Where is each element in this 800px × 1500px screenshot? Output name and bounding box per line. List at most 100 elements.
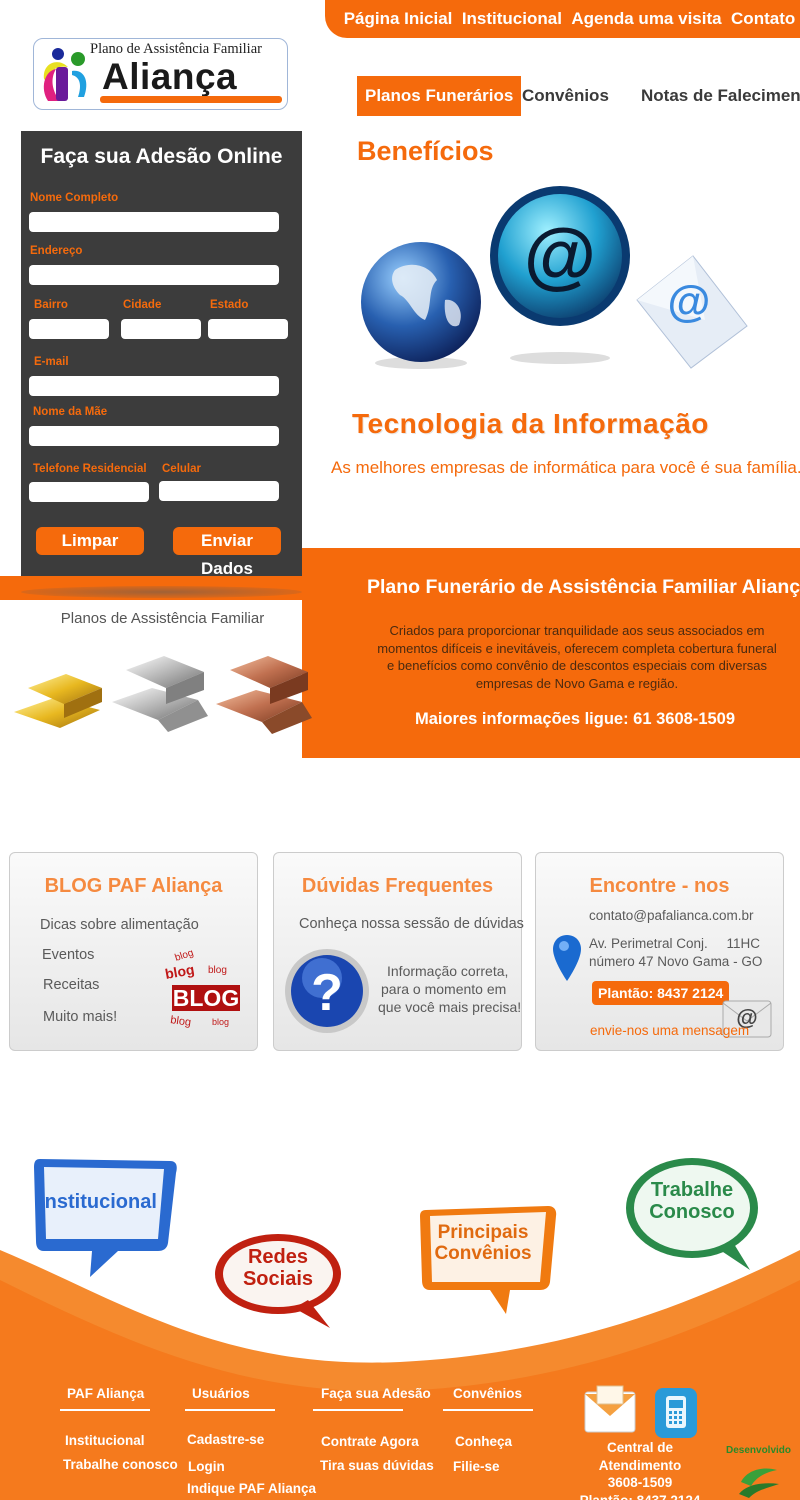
contact-email[interactable]: contato@pafalianca.com.br bbox=[589, 908, 754, 923]
footer-link-duvidas[interactable]: Tira suas dúvidas bbox=[320, 1458, 434, 1473]
developer-logo-icon[interactable] bbox=[737, 1460, 781, 1498]
footer-link-login[interactable]: Login bbox=[188, 1459, 225, 1474]
bubble-convenios-line: Convênios bbox=[434, 1243, 532, 1265]
nav-agenda-visita[interactable]: Agenda uma visita bbox=[571, 9, 721, 29]
submit-button[interactable]: Enviar Dados bbox=[173, 527, 281, 578]
envelope-icon bbox=[584, 1385, 636, 1433]
footer-link-trabalhe[interactable]: Trabalhe conosco bbox=[63, 1457, 178, 1472]
svg-text:blog: blog bbox=[164, 961, 196, 982]
bubble-convenios-line: Principais bbox=[437, 1222, 529, 1243]
form-shadow bbox=[21, 586, 302, 598]
developer-credit: Desenvolvido bbox=[726, 1445, 792, 1456]
central-atendimento: Central de Atendimento 3608-1509 Plantão… bbox=[568, 1439, 712, 1500]
nav-pagina-inicial[interactable]: Página Inicial bbox=[344, 9, 453, 29]
plantao-badge: Plantão: 8437 2124 bbox=[592, 981, 730, 1005]
silver-bars bbox=[112, 656, 208, 732]
clear-button[interactable]: Limpar bbox=[36, 527, 144, 555]
footer-link-indique[interactable]: Indique PAF Aliança bbox=[187, 1481, 316, 1496]
footer-link-cadastre[interactable]: Cadastre-se bbox=[187, 1432, 264, 1447]
faq-line: para o momento em bbox=[381, 981, 507, 997]
blog-item[interactable]: Dicas sobre alimentação bbox=[40, 917, 199, 933]
label-email: E-mail bbox=[34, 356, 69, 368]
blog-badge: BLOG bbox=[173, 985, 239, 1011]
label-cidade: Cidade bbox=[123, 299, 162, 311]
footer-link-filie[interactable]: Filie-se bbox=[453, 1459, 500, 1474]
tech-heading: Tecnologia da Informação bbox=[352, 408, 709, 439]
faq-line: que você mais precisa! bbox=[378, 999, 522, 1015]
celular-field[interactable] bbox=[159, 481, 279, 501]
send-message-link[interactable]: envie-nos uma mensagem bbox=[590, 1023, 749, 1038]
blog-item[interactable]: Receitas bbox=[43, 977, 99, 993]
plans-caption: Planos de Assistência Familiar bbox=[60, 610, 265, 627]
contact-address: Av. Perimetral Conj. 11HC bbox=[589, 936, 761, 951]
tab-convenios[interactable]: Convênios bbox=[522, 76, 609, 116]
bubble-trabalhe-conosco[interactable]: Trabalhe Conosco bbox=[640, 1179, 744, 1224]
svg-text:blog: blog bbox=[208, 965, 227, 976]
label-endereco: Endereço bbox=[30, 245, 83, 257]
plan-ouro[interactable]: Ouro bbox=[46, 738, 77, 753]
benefits-title: Benefícios bbox=[357, 136, 494, 166]
nome-field[interactable] bbox=[29, 212, 279, 232]
label-nome: Nome Completo bbox=[30, 192, 119, 204]
bubble-institucional[interactable]: Institucional bbox=[30, 1191, 166, 1213]
contact-card-title[interactable]: Encontre - nos bbox=[536, 875, 783, 898]
bubble-redes-sociais[interactable]: Redes Sociais bbox=[226, 1246, 330, 1291]
mae-field[interactable] bbox=[29, 426, 279, 446]
email-envelope-icon: @ bbox=[636, 255, 748, 369]
bairro-field[interactable] bbox=[29, 319, 109, 339]
blog-item[interactable]: Muito mais! bbox=[43, 1009, 117, 1025]
blog-item[interactable]: Eventos bbox=[42, 947, 94, 963]
map-pin-icon bbox=[553, 935, 581, 981]
logo[interactable]: Plano de Assistência Familiar Aliança bbox=[33, 38, 288, 110]
plans-bars-image[interactable] bbox=[8, 642, 324, 738]
plan-bronze[interactable]: Bronze bbox=[250, 738, 294, 753]
blog-card-title[interactable]: BLOG PAF Aliança bbox=[10, 875, 257, 898]
at-sign-ball-icon: @ bbox=[490, 186, 630, 364]
faq-line: Informação correta, bbox=[387, 963, 509, 979]
contact-card[interactable]: Encontre - nos contato@pafalianca.com.br… bbox=[535, 852, 784, 1051]
nav-contato[interactable]: Contato bbox=[731, 9, 795, 29]
label-telefone: Telefone Residencial bbox=[33, 463, 147, 475]
faq-intro: Conheça nossa sessão de dúvidas bbox=[299, 916, 524, 932]
bubble-redes-line: Sociais bbox=[242, 1268, 314, 1291]
bronze-bars bbox=[216, 656, 312, 734]
label-bairro: Bairro bbox=[34, 299, 68, 311]
about-title: Plano Funerário de Assistência Familiar … bbox=[367, 576, 800, 598]
label-estado: Estado bbox=[210, 299, 249, 311]
footer-link-contrate[interactable]: Contrate Agora bbox=[321, 1434, 419, 1449]
footer-divider bbox=[185, 1409, 275, 1411]
svg-text:@: @ bbox=[524, 213, 596, 296]
endereco-field[interactable] bbox=[29, 265, 279, 285]
telefone-field[interactable] bbox=[29, 482, 149, 502]
bubble-principais-convenios[interactable]: Principais Convênios bbox=[424, 1222, 542, 1265]
faq-card-title[interactable]: Dúvidas Frequentes bbox=[274, 875, 521, 898]
about-phone: Maiores informações ligue: 61 3608-1509 bbox=[414, 710, 736, 728]
blog-wordcloud-icon: blog blog blog BLOG blog blog bbox=[164, 948, 240, 1029]
about-text: Criados para proporcionar tranquilidade … bbox=[377, 623, 777, 691]
plan-prata[interactable]: Prata bbox=[149, 738, 182, 753]
estado-field[interactable] bbox=[208, 319, 288, 339]
svg-text:blog: blog bbox=[170, 1014, 192, 1029]
label-mae: Nome da Mãe bbox=[33, 406, 108, 418]
bubble-trabalhe-line: Trabalhe bbox=[650, 1179, 734, 1201]
central-plantao: Plantão: 8437 2124 bbox=[579, 1492, 701, 1500]
footer-head-adesao: Faça sua Adesão bbox=[321, 1386, 431, 1401]
tab-planos-funerarios[interactable]: Planos Funerários bbox=[357, 76, 522, 116]
gold-bars bbox=[14, 674, 102, 728]
logo-name: Aliança bbox=[102, 56, 238, 97]
top-nav: Página Inicial Institucional Agenda uma … bbox=[325, 0, 800, 38]
faq-card[interactable]: Dúvidas Frequentes Conheça nossa sessão … bbox=[273, 852, 524, 1051]
footer-link-institucional[interactable]: Institucional bbox=[65, 1433, 145, 1448]
footer-head-convenios: Convênios bbox=[453, 1386, 523, 1401]
question-mark-icon: ? bbox=[285, 949, 369, 1033]
email-field[interactable] bbox=[29, 376, 279, 396]
tab-notas-falecimento[interactable]: Notas de Falecimento bbox=[641, 76, 800, 116]
nav-institucional[interactable]: Institucional bbox=[462, 9, 562, 29]
footer-divider bbox=[313, 1409, 403, 1411]
blog-card[interactable]: BLOG PAF Aliança Dicas sobre alimentação… bbox=[9, 852, 258, 1051]
footer-link-conheca[interactable]: Conheça bbox=[455, 1434, 512, 1449]
footer-divider bbox=[443, 1409, 533, 1411]
bubble-redes-line: Redes bbox=[247, 1246, 309, 1268]
cidade-field[interactable] bbox=[121, 319, 201, 339]
institucional-bubble[interactable] bbox=[30, 1155, 180, 1280]
